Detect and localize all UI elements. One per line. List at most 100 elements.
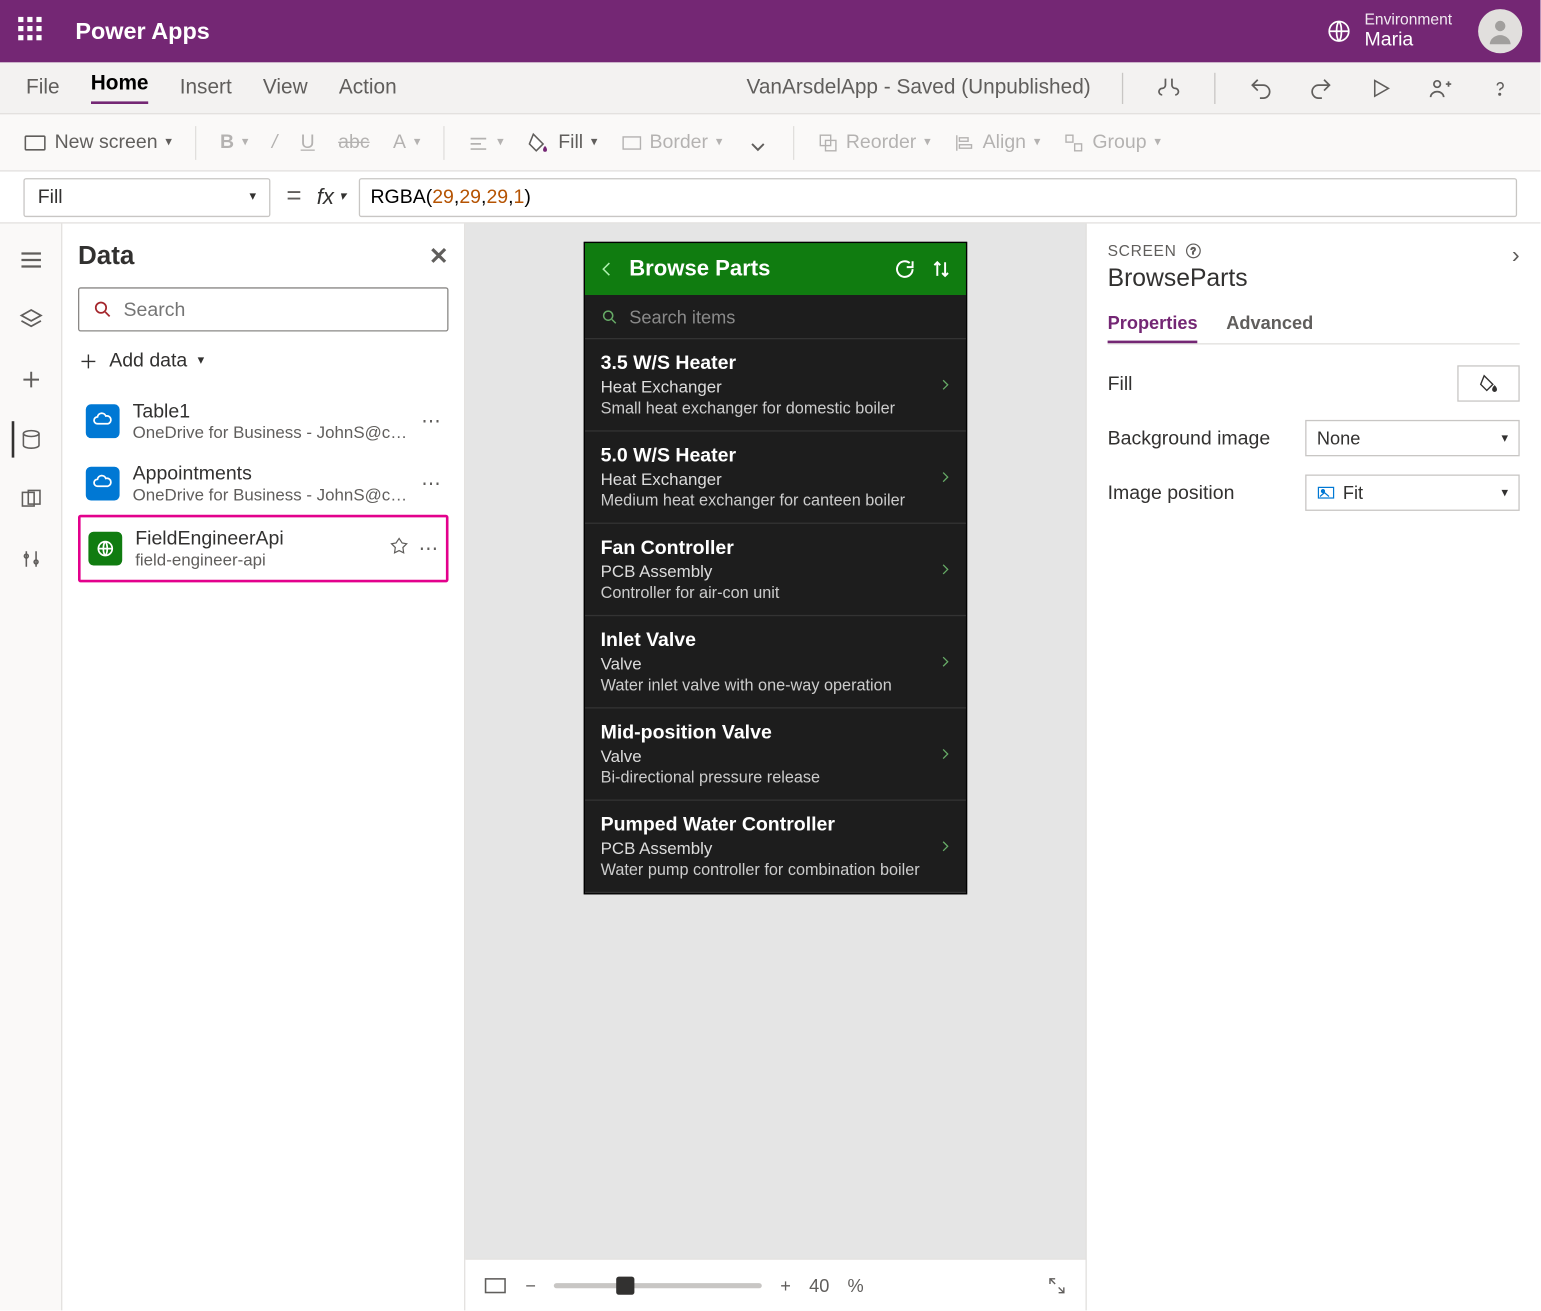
- font-color-button: A▾: [393, 131, 420, 153]
- close-icon[interactable]: ✕: [429, 243, 449, 270]
- new-screen-button[interactable]: New screen ▾: [23, 131, 172, 153]
- part-description: Water inlet valve with one-way operation: [601, 676, 951, 694]
- underline-button: U: [301, 131, 315, 153]
- part-name: Pumped Water Controller: [601, 814, 951, 836]
- chevron-down-icon: ▾: [591, 135, 598, 149]
- menu-view[interactable]: View: [263, 76, 308, 99]
- info-icon[interactable]: ?: [1184, 242, 1202, 260]
- svg-text:?: ?: [1191, 246, 1196, 256]
- part-name: Mid-position Valve: [601, 722, 951, 744]
- environment-label: Environment: [1365, 10, 1453, 29]
- screen-size-icon[interactable]: [484, 1276, 507, 1294]
- part-row[interactable]: 5.0 W/S Heater Heat Exchanger Medium hea…: [585, 432, 966, 524]
- part-category: PCB Assembly: [601, 838, 951, 858]
- part-category: PCB Assembly: [601, 562, 951, 582]
- sort-icon[interactable]: [929, 257, 952, 280]
- left-rail: [0, 224, 62, 1311]
- fx-icon[interactable]: fx▾: [317, 184, 346, 210]
- datasource-icon: [86, 404, 120, 438]
- part-row[interactable]: 3.5 W/S Heater Heat Exchanger Small heat…: [585, 339, 966, 431]
- equals-icon: =: [286, 182, 301, 212]
- part-row[interactable]: Mid-position Valve Valve Bi-directional …: [585, 709, 966, 801]
- data-source-item[interactable]: Appointments OneDrive for Business - Joh…: [78, 452, 448, 514]
- tab-properties[interactable]: Properties: [1108, 312, 1198, 343]
- play-icon[interactable]: [1366, 73, 1395, 102]
- part-name: Inlet Valve: [601, 629, 951, 651]
- part-description: Bi-directional pressure release: [601, 768, 951, 786]
- zoom-out-button[interactable]: −: [525, 1275, 536, 1296]
- more-icon[interactable]: ⋯: [419, 537, 439, 560]
- zoom-suffix: %: [848, 1275, 864, 1296]
- border-button: Border ▾: [621, 131, 722, 153]
- tab-advanced[interactable]: Advanced: [1226, 312, 1313, 343]
- chevron-right-icon[interactable]: ›: [1512, 242, 1520, 269]
- formula-input[interactable]: RGBA(29, 29, 29, 1): [359, 177, 1517, 216]
- part-row[interactable]: Inlet Valve Valve Water inlet valve with…: [585, 616, 966, 708]
- app-launcher-icon[interactable]: [18, 17, 47, 46]
- zoom-slider[interactable]: [554, 1282, 762, 1287]
- app-title: Power Apps: [75, 18, 209, 45]
- chevron-down-icon: ▾: [1501, 431, 1508, 445]
- zoom-in-button[interactable]: +: [780, 1275, 791, 1296]
- redo-icon[interactable]: [1307, 73, 1336, 102]
- share-icon[interactable]: [1426, 73, 1455, 102]
- canvas[interactable]: Browse Parts Search items 3.5 W/S Heater…: [465, 224, 1085, 1311]
- bgimage-select[interactable]: None ▾: [1305, 420, 1520, 456]
- more-icon[interactable]: ⋯: [421, 472, 441, 495]
- data-search-input[interactable]: [123, 298, 434, 320]
- properties-category: SCREEN: [1108, 242, 1177, 260]
- user-avatar[interactable]: [1478, 9, 1522, 53]
- align-button: Align▾: [954, 131, 1040, 153]
- undo-icon[interactable]: [1247, 73, 1276, 102]
- app-header: Browse Parts: [585, 243, 966, 295]
- group-button: Group▾: [1064, 131, 1161, 153]
- media-icon[interactable]: [12, 481, 48, 517]
- refresh-icon[interactable]: [893, 257, 916, 280]
- help-icon[interactable]: [1486, 73, 1515, 102]
- data-source-item[interactable]: Table1 OneDrive for Business - JohnS@con…: [78, 390, 448, 452]
- menu-home[interactable]: Home: [91, 72, 149, 103]
- back-icon[interactable]: [598, 256, 616, 282]
- app-checker-icon[interactable]: [1154, 73, 1183, 102]
- menu-file[interactable]: File: [26, 76, 60, 99]
- more-icon[interactable]: ⋯: [421, 410, 441, 433]
- chevron-down-icon: ▾: [1501, 486, 1508, 500]
- part-row[interactable]: Fan Controller PCB Assembly Controller f…: [585, 524, 966, 616]
- fill-color-picker[interactable]: [1457, 365, 1519, 401]
- fill-button[interactable]: Fill ▾: [527, 131, 597, 154]
- add-data-button[interactable]: Add data ▾: [78, 350, 448, 372]
- app-header-title: Browse Parts: [629, 256, 880, 282]
- app-search[interactable]: Search items: [585, 295, 966, 339]
- menu-action[interactable]: Action: [339, 76, 397, 99]
- strike-button: abc: [338, 131, 369, 153]
- insert-icon[interactable]: [12, 361, 48, 397]
- data-search[interactable]: [78, 287, 448, 331]
- phone-preview[interactable]: Browse Parts Search items 3.5 W/S Heater…: [584, 242, 968, 895]
- chevron-right-icon: [937, 835, 953, 858]
- chevron-down-icon: ▾: [165, 135, 172, 149]
- advanced-tools-icon[interactable]: [12, 541, 48, 577]
- italic-button: /: [272, 131, 277, 153]
- part-category: Valve: [601, 654, 951, 674]
- environment-name: Maria: [1365, 29, 1453, 52]
- datasource-name: Appointments: [133, 463, 409, 485]
- imgpos-select[interactable]: Fit ▾: [1305, 474, 1520, 510]
- tree-view-icon[interactable]: [12, 302, 48, 338]
- fit-to-window-icon[interactable]: [1047, 1275, 1068, 1296]
- property-selector[interactable]: Fill ▾: [23, 177, 270, 216]
- datasource-sub: field-engineer-api: [135, 550, 377, 570]
- image-icon: [1317, 485, 1335, 501]
- part-name: 3.5 W/S Heater: [601, 352, 951, 374]
- data-pane: Data ✕ Add data ▾ Table1 OneDrive for Bu…: [62, 224, 465, 1311]
- menu-bar: File Home Insert View Action VanArsdelAp…: [0, 62, 1541, 114]
- part-category: Valve: [601, 746, 951, 766]
- environment-picker[interactable]: Environment Maria: [1326, 10, 1453, 52]
- menu-insert[interactable]: Insert: [180, 76, 232, 99]
- part-row[interactable]: Pumped Water Controller PCB Assembly Wat…: [585, 801, 966, 893]
- format-painter-button[interactable]: [746, 133, 769, 151]
- data-icon[interactable]: [11, 421, 47, 457]
- app-status: VanArsdelApp - Saved (Unpublished): [747, 76, 1091, 99]
- data-source-item[interactable]: FieldEngineerApi field-engineer-api ⋯: [78, 515, 448, 583]
- hamburger-icon[interactable]: [12, 242, 48, 278]
- part-name: 5.0 W/S Heater: [601, 445, 951, 467]
